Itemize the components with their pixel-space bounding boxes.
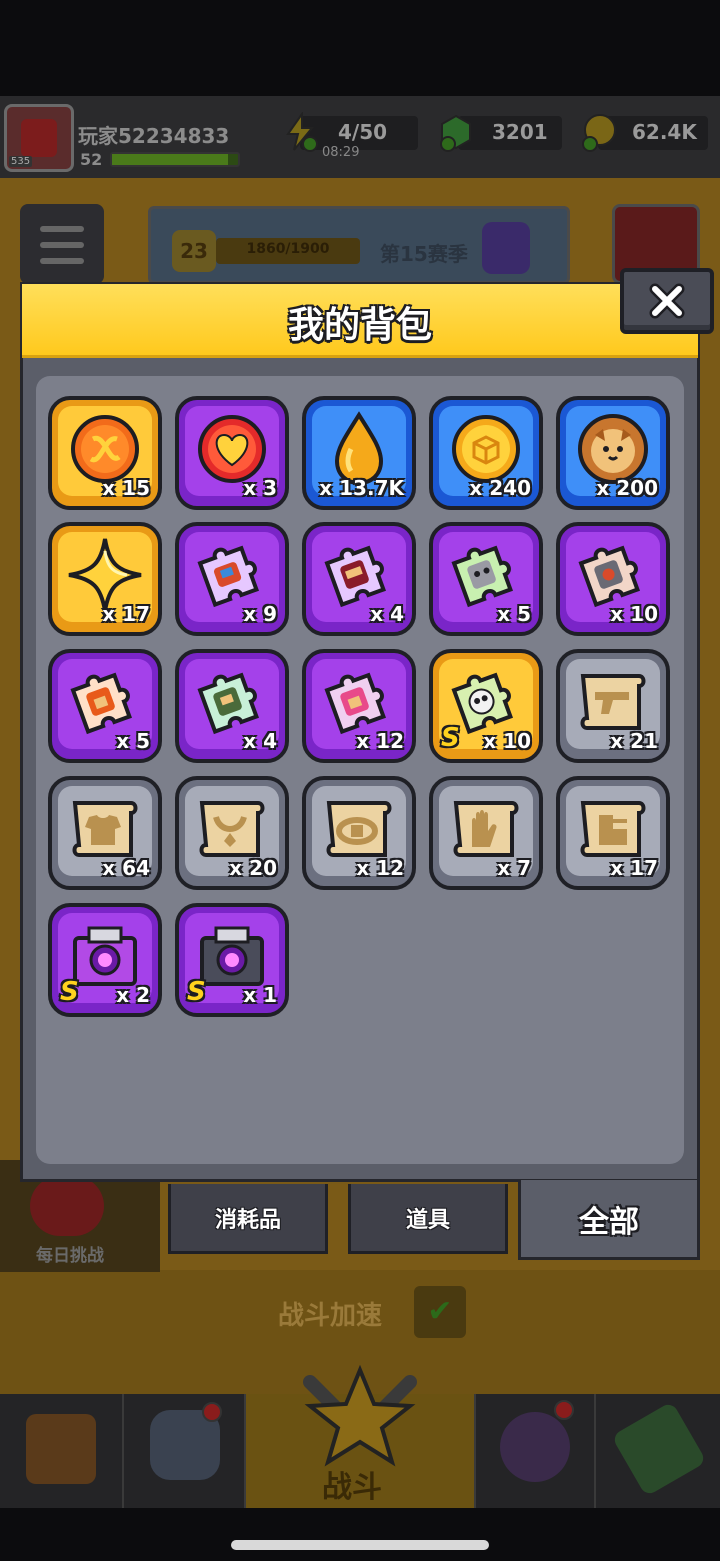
menu-line-icon [40,258,84,264]
tab-consumables[interactable]: 消耗品 [168,1184,328,1254]
item-quantity: x 4 [243,729,277,753]
item-slot[interactable]: x 3 [175,396,289,510]
item-slot[interactable]: x 17 [556,776,670,890]
item-quantity: x 12 [356,729,404,753]
item-slot[interactable]: x 15 [48,396,162,510]
item-quantity: x 9 [243,602,277,626]
player-avatar[interactable]: 535 [4,104,74,172]
item-quantity: x 17 [610,856,658,880]
item-slot[interactable]: x 5 [48,649,162,763]
check-icon: ✔ [427,1294,453,1329]
item-slot[interactable]: x 13.7K [302,396,416,510]
item-quantity: x 12 [356,856,404,880]
item-quantity: x 13.7K [319,476,404,500]
item-quantity: x 240 [469,476,531,500]
item-slot[interactable]: x 5 [429,522,543,636]
system-bar [0,1508,720,1561]
item-slot[interactable]: x 64 [48,776,162,890]
energy-timer: 08:29 [322,145,360,160]
close-button[interactable] [620,268,714,334]
battle-label: 战斗 [322,1470,382,1505]
menu-line-icon [40,226,84,232]
modal-title: 我的背包 [287,305,432,346]
shop-icon [26,1414,96,1484]
item-slot[interactable]: x 240 [429,396,543,510]
tab-props[interactable]: 道具 [348,1184,508,1254]
item-slot[interactable]: S x 1 [175,903,289,1017]
s-rank-badge: S [60,977,79,1007]
item-quantity: x 2 [116,983,150,1007]
item-quantity: x 200 [596,476,658,500]
s-rank-badge: S [187,977,206,1007]
item-slot[interactable]: x 21 [556,649,670,763]
coin-value: 62.4K [632,120,697,144]
season-progress-text: 1860/1900 [246,241,330,257]
close-icon [649,283,685,319]
item-slot[interactable]: x 20 [175,776,289,890]
season-level: 23 [172,230,216,272]
player-xp-bar [110,152,240,167]
item-slot[interactable]: x 10 [556,522,670,636]
item-quantity: x 10 [483,729,531,753]
item-slot[interactable]: x 4 [175,649,289,763]
coin-icon [582,114,616,152]
player-level: 52 [80,150,103,169]
item-quantity: x 10 [610,602,658,626]
battle-star-icon [303,1364,417,1467]
item-quantity: x 20 [229,856,277,880]
item-slot[interactable]: x 7 [429,776,543,890]
item-quantity: x 1 [243,983,277,1007]
boxing-glove-icon [30,1176,104,1236]
battle-speed-checkbox[interactable]: ✔ [414,1286,466,1338]
item-quantity: x 5 [116,729,150,753]
item-quantity: x 64 [102,856,150,880]
item-quantity: x 4 [370,602,404,626]
avatar-face [21,119,57,157]
item-quantity: x 3 [243,476,277,500]
season-badge-icon [482,222,530,274]
season-title: 第15赛季 [380,242,468,266]
avatar-chip: 535 [9,156,33,167]
item-quantity: x 5 [497,602,531,626]
notification-dot [202,1402,222,1422]
home-indicator[interactable] [231,1540,489,1550]
item-slot[interactable]: S x 10 [429,649,543,763]
item-slot[interactable]: x 17 [48,522,162,636]
gem-cube-icon [440,114,471,152]
energy-bolt-icon [286,112,318,152]
item-quantity: x 15 [102,476,150,500]
item-slot[interactable]: x 200 [556,396,670,510]
daily-challenge-label: 每日挑战 [36,1246,104,1266]
item-quantity: x 17 [102,602,150,626]
notification-dot [554,1400,574,1420]
item-slot[interactable]: x 4 [302,522,416,636]
item-quantity: x 21 [610,729,658,753]
player-name: 玩家52234833 [78,124,230,148]
talent-orb-icon [500,1412,570,1482]
item-slot[interactable]: x 12 [302,776,416,890]
tab-all[interactable]: 全部 [518,1180,700,1260]
item-slot[interactable]: S x 2 [48,903,162,1017]
item-quantity: x 7 [497,856,531,880]
gem-value: 3201 [492,120,548,144]
menu-line-icon [40,242,84,248]
s-rank-badge: S [441,723,460,753]
battle-speed-label: 战斗加速 [278,1301,383,1331]
energy-value: 4/50 [338,120,388,144]
item-slot[interactable]: x 9 [175,522,289,636]
item-slot[interactable]: x 12 [302,649,416,763]
